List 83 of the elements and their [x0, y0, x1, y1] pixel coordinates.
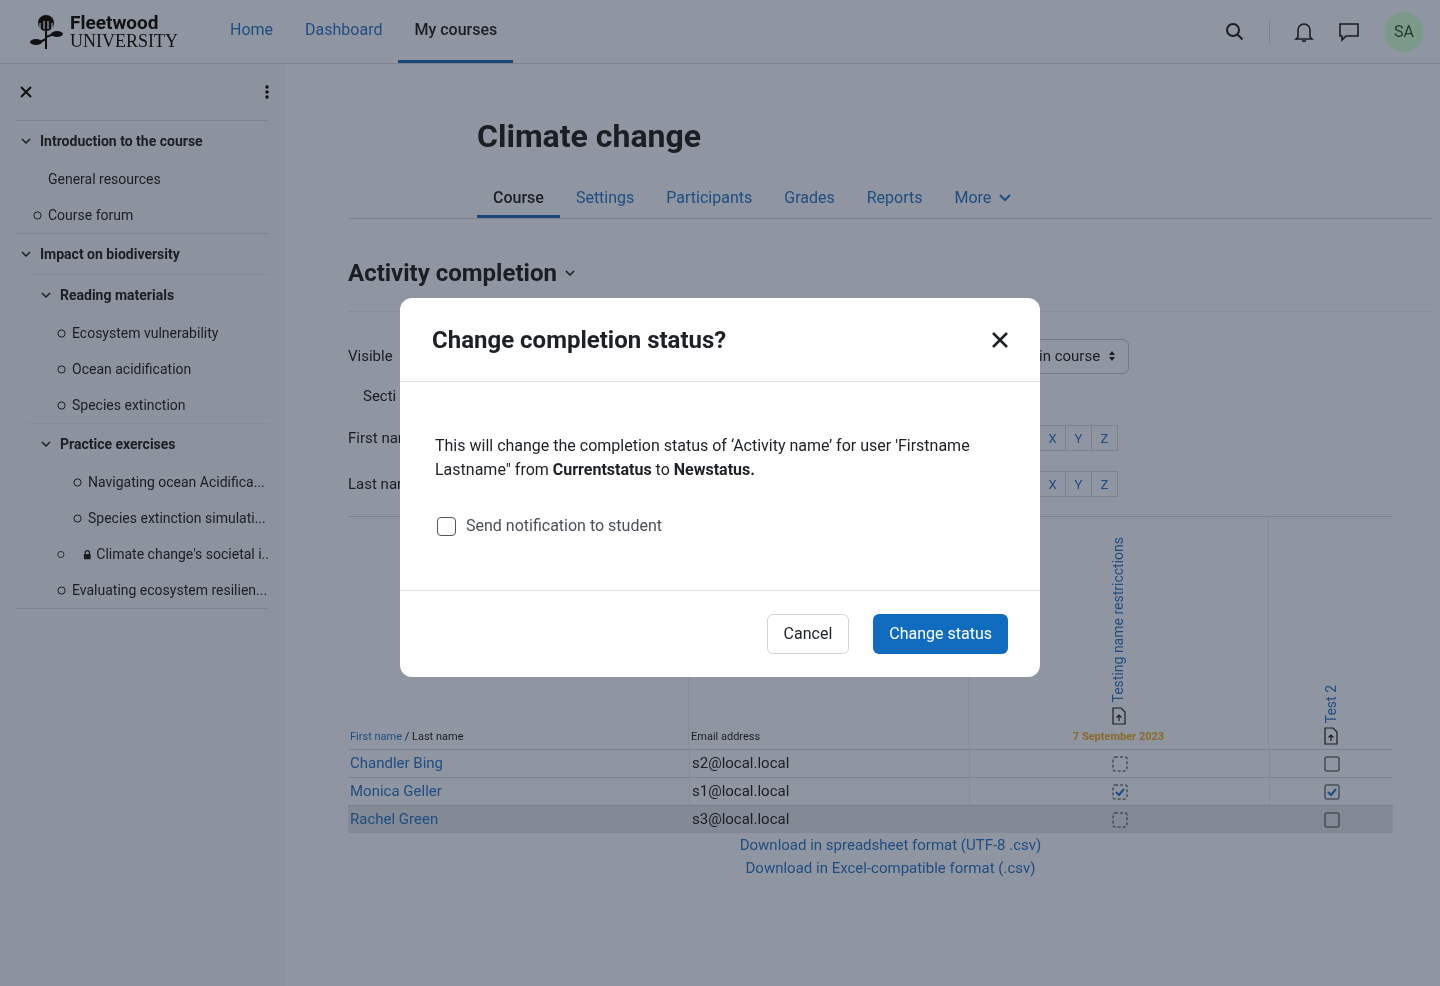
logo-title: Fleetwood: [70, 13, 160, 32]
sidebar-item[interactable]: Evaluating ecosystem resilien...: [72, 579, 268, 601]
checked-checkbox-icon[interactable]: [1323, 783, 1340, 800]
course-title: Climate change: [477, 116, 702, 157]
sidebar-item[interactable]: Ocean acidification: [72, 358, 192, 380]
file-upload-icon: [1324, 727, 1338, 745]
sidebar-item[interactable]: Ecosystem vulnerability: [72, 322, 219, 344]
circle-icon: [73, 513, 82, 523]
search-icon[interactable]: [1225, 21, 1245, 42]
circle-icon: [57, 549, 65, 559]
dialog-message: This will change the completion status of ‘Activity name’ for user 'Firstname Lastname" from Currentstatus to Newstatus.: [435, 435, 971, 481]
student-link[interactable]: Monica Geller: [350, 780, 442, 803]
secondary-button[interactable]: Cancel: [766, 614, 850, 654]
nav-link[interactable]: Home: [214, 0, 290, 63]
close-icon[interactable]: [20, 86, 32, 98]
sort-link[interactable]: First name: [350, 729, 403, 743]
checked-checkbox-icon[interactable]: [1111, 783, 1128, 800]
chevron-icon: [999, 193, 1012, 202]
nav-link[interactable]: Dashboard: [289, 0, 399, 63]
page-heading: Activity completion: [348, 258, 557, 289]
activity-link[interactable]: Testing name restricctions: [1108, 537, 1129, 703]
sidebar-item[interactable]: Species extinction: [72, 394, 186, 416]
checkbox[interactable]: [437, 516, 456, 536]
activity-link[interactable]: Test 2: [1320, 684, 1342, 723]
student-link[interactable]: Chandler Bing: [350, 752, 444, 775]
circle-icon: [57, 328, 66, 338]
field-label: Visible: [348, 346, 393, 367]
download-link[interactable]: Download in Excel-compatible format (.csv): [745, 857, 1036, 880]
letter-filter[interactable]: Z: [1092, 425, 1118, 452]
table-cell-text: s2@local.local: [692, 753, 790, 775]
course-tab[interactable]: Reports: [850, 180, 939, 218]
course-tab[interactable]: Grades: [768, 180, 851, 218]
checkbox-icon[interactable]: [1323, 755, 1340, 772]
bell-icon[interactable]: [1294, 20, 1314, 43]
checkbox-label: Send notification to student: [466, 515, 662, 537]
nav-link[interactable]: My courses: [398, 0, 514, 63]
chevron-icon[interactable]: [20, 248, 32, 260]
sidebar-item[interactable]: Course forum: [48, 204, 134, 226]
course-tab[interactable]: Participants: [650, 180, 769, 218]
logo-subtitle: UNIVERSITY: [70, 32, 178, 50]
chevron-icon[interactable]: [20, 135, 32, 147]
close-icon[interactable]: [992, 331, 1008, 348]
field-label: Secti: [363, 386, 397, 407]
sidebar-section[interactable]: Introduction to the course: [40, 130, 203, 152]
avatar[interactable]: SA: [1384, 11, 1424, 52]
chevron-icon[interactable]: [40, 289, 52, 301]
chevron-icon[interactable]: [40, 438, 52, 450]
more-icon[interactable]: [265, 85, 269, 99]
checkbox-icon[interactable]: [1111, 755, 1128, 772]
circle-icon: [33, 210, 42, 220]
circle-icon: [73, 477, 82, 487]
caret-icon[interactable]: [564, 270, 575, 276]
due-date: 7 September 2023: [1072, 728, 1165, 745]
table-cell-text: s1@local.local: [692, 781, 790, 803]
chat-icon[interactable]: [1338, 21, 1360, 42]
course-tab[interactable]: More: [938, 180, 1028, 218]
sidebar-item[interactable]: Species extinction simulati...: [88, 507, 266, 529]
checkbox-icon[interactable]: [1111, 811, 1128, 828]
student-link[interactable]: Rachel Green: [350, 808, 439, 831]
circle-icon: [57, 364, 66, 374]
circle-icon: [57, 400, 66, 410]
sidebar-item[interactable]: Navigating ocean Acidifica...: [88, 471, 265, 493]
sidebar-section[interactable]: Reading materials: [60, 284, 175, 306]
primary-button[interactable]: Change status: [873, 614, 1008, 654]
dialog-title: Change completion status?: [432, 324, 727, 356]
file-upload-icon: [1111, 706, 1126, 725]
circle-icon: [57, 585, 66, 595]
course-tab[interactable]: Settings: [559, 180, 651, 218]
table-cell-text: s3@local.local: [692, 809, 790, 831]
sidebar-section[interactable]: Impact on biodiversity: [40, 243, 180, 265]
sidebar-section[interactable]: Practice exercises: [60, 433, 176, 455]
course-tab[interactable]: Course: [477, 180, 560, 218]
download-link[interactable]: Download in spreadsheet format (UTF-8 .csv): [739, 834, 1042, 857]
field-label: Last nar: [348, 474, 403, 495]
checkbox-icon[interactable]: [1323, 811, 1340, 828]
letter-filter[interactable]: Y: [1066, 471, 1092, 498]
column-header: / Last name: [404, 729, 464, 743]
sidebar-item[interactable]: General resources: [48, 168, 161, 190]
sidebar-item[interactable]: Climate change's societal i..: [96, 543, 269, 565]
letter-filter[interactable]: Y: [1066, 425, 1092, 452]
column-header: Email address: [691, 728, 761, 745]
letter-filter[interactable]: Z: [1092, 471, 1118, 498]
sort-icon: [1108, 350, 1117, 363]
